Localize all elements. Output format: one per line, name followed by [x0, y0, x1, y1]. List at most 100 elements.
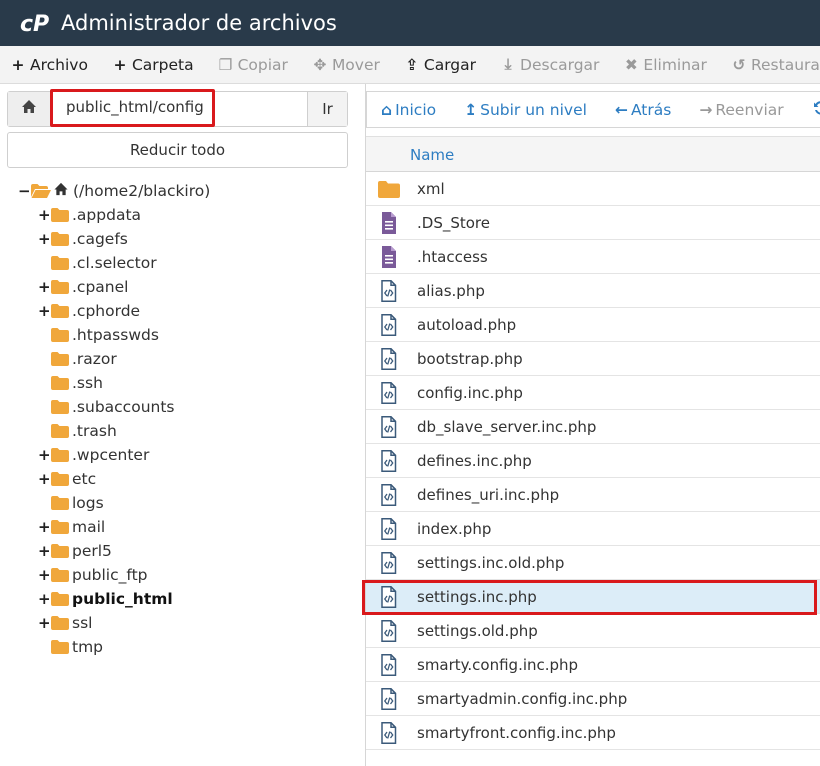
file-row[interactable]: bootstrap.php	[366, 342, 820, 376]
expand-toggle[interactable]: +	[38, 566, 51, 584]
file-row[interactable]: smarty.config.inc.php	[366, 648, 820, 682]
nav-arrow-right-button[interactable]: → Reenviar	[699, 101, 783, 119]
expand-toggle[interactable]: +	[38, 590, 51, 608]
file-row[interactable]: .htaccess	[366, 240, 820, 274]
expand-toggle[interactable]: +	[38, 470, 51, 488]
tree-item-label: .cagefs	[72, 230, 128, 248]
tree-item[interactable]: .trash	[38, 419, 117, 443]
download-icon: ⤓	[504, 55, 512, 73]
file-row[interactable]: settings.inc.php	[366, 580, 820, 614]
expand-toggle[interactable]: +	[38, 614, 51, 632]
folder-icon	[51, 472, 69, 486]
file-name: bootstrap.php	[417, 350, 523, 368]
tree-item[interactable]: .razor	[38, 347, 117, 371]
tree-item-label: .trash	[72, 422, 117, 440]
collapse-all-button[interactable]: Reducir todo	[7, 132, 348, 168]
tree-item-label: logs	[72, 494, 104, 512]
file-row[interactable]: defines_uri.inc.php	[366, 478, 820, 512]
tree-item[interactable]: .ssh	[38, 371, 103, 395]
home-icon	[21, 99, 37, 119]
expand-toggle[interactable]: +	[38, 446, 51, 464]
tree-item[interactable]: .subaccounts	[38, 395, 175, 419]
file-row[interactable]: smartyadmin.config.inc.php	[366, 682, 820, 716]
code-file-icon	[378, 552, 400, 574]
file-row[interactable]: db_slave_server.inc.php	[366, 410, 820, 444]
file-row[interactable]: index.php	[366, 512, 820, 546]
tree-item[interactable]: + .appdata	[38, 203, 141, 227]
collapse-toggle[interactable]: −	[18, 182, 31, 200]
tree-item[interactable]: + .cagefs	[38, 227, 128, 251]
tree-item[interactable]: .cl.selector	[38, 251, 157, 275]
toolbar-download-button[interactable]: ⤓ Descargar	[500, 55, 600, 74]
toolbar: + Archivo + Carpeta ❐ Copiar ✥ Mover ⇪ Cargar ⤓ Des…	[0, 46, 820, 84]
nav-button-label: Atrás	[630, 100, 672, 119]
folder-icon	[51, 376, 69, 390]
folder-icon	[51, 616, 69, 630]
tree-item[interactable]: + .cpanel	[38, 275, 128, 299]
tree-item[interactable]: + mail	[38, 515, 105, 539]
expand-toggle[interactable]: +	[38, 518, 51, 536]
expand-toggle[interactable]: +	[38, 302, 51, 320]
code-file-icon	[378, 620, 400, 642]
tree-item-label: mail	[72, 518, 106, 536]
plus-icon: +	[11, 55, 25, 74]
file-row[interactable]: settings.old.php	[366, 614, 820, 648]
tree-item[interactable]: + etc	[38, 467, 96, 491]
tree-item-label: tmp	[72, 638, 104, 656]
file-row[interactable]: xml	[366, 172, 820, 206]
go-button[interactable]: Ir	[307, 92, 347, 126]
tree-item-label: public_html	[72, 590, 173, 608]
toolbar-copy-button[interactable]: ❐ Copiar	[218, 56, 288, 74]
home-button[interactable]	[8, 92, 51, 126]
expand-toggle[interactable]: +	[38, 206, 51, 224]
tree-item[interactable]: logs	[38, 491, 104, 515]
tree-item-label: ssl	[72, 614, 93, 632]
code-file-icon	[378, 722, 400, 744]
expand-toggle[interactable]: +	[38, 278, 51, 296]
toolbar-upload-button[interactable]: ⇪ Cargar	[404, 56, 476, 74]
file-row[interactable]: smartyfront.config.inc.php	[366, 716, 820, 750]
path-input[interactable]: public_html/config	[50, 89, 215, 127]
tree-item[interactable]: + perl5	[38, 539, 112, 563]
code-file-icon	[378, 416, 400, 438]
folder-icon	[51, 352, 69, 366]
tree-item[interactable]: tmp	[38, 635, 103, 659]
tree-item[interactable]: + .cphorde	[38, 299, 140, 323]
file-row[interactable]: settings.inc.old.php	[366, 546, 820, 580]
expand-toggle[interactable]: +	[38, 230, 51, 248]
toolbar-move-button[interactable]: ✥ Mover	[312, 56, 379, 74]
plus-icon: +	[113, 55, 127, 74]
reload-button[interactable]	[812, 99, 820, 121]
file-row[interactable]: defines.inc.php	[366, 444, 820, 478]
code-file-icon	[378, 280, 400, 302]
name-column-header[interactable]: Name	[410, 146, 454, 164]
folder-icon	[51, 400, 69, 414]
nav-arrow-left-button[interactable]: ← Atrás	[615, 101, 671, 119]
tree-item[interactable]: + public_ftp	[38, 563, 148, 587]
tree-item[interactable]: + ssl	[38, 611, 92, 635]
file-row[interactable]: autoload.php	[366, 308, 820, 342]
toolbar-restore-button[interactable]: ↺ Restaurar	[731, 56, 820, 74]
toolbar-button-label: Cargar	[423, 55, 477, 74]
tree-item[interactable]: + public_html	[38, 587, 173, 611]
file-row[interactable]: config.inc.php	[366, 376, 820, 410]
folder-icon	[51, 592, 69, 606]
code-file-icon	[378, 484, 400, 506]
file-name: settings.inc.php	[417, 588, 537, 606]
file-row[interactable]: alias.php	[366, 274, 820, 308]
toolbar-delete-button[interactable]: ✖ Eliminar	[623, 56, 707, 74]
file-name: smarty.config.inc.php	[417, 656, 579, 674]
folder-icon	[51, 568, 69, 582]
toolbar-plus-button[interactable]: + Archivo	[10, 56, 88, 74]
tree-root[interactable]: − (/home2/blackiro)	[18, 179, 210, 203]
home-icon: ⌂	[381, 100, 393, 119]
toolbar-plus-button[interactable]: + Carpeta	[112, 55, 193, 74]
file-row[interactable]: .DS_Store	[366, 206, 820, 240]
expand-toggle[interactable]: +	[38, 542, 51, 560]
nav-home-button[interactable]: ⌂ Inicio	[381, 101, 436, 119]
file-name: db_slave_server.inc.php	[417, 418, 597, 436]
reload-icon	[812, 99, 820, 121]
nav-level-up-button[interactable]: ↥ Subir un nivel	[464, 101, 587, 119]
tree-item[interactable]: + .wpcenter	[38, 443, 149, 467]
tree-item[interactable]: .htpasswds	[38, 323, 159, 347]
